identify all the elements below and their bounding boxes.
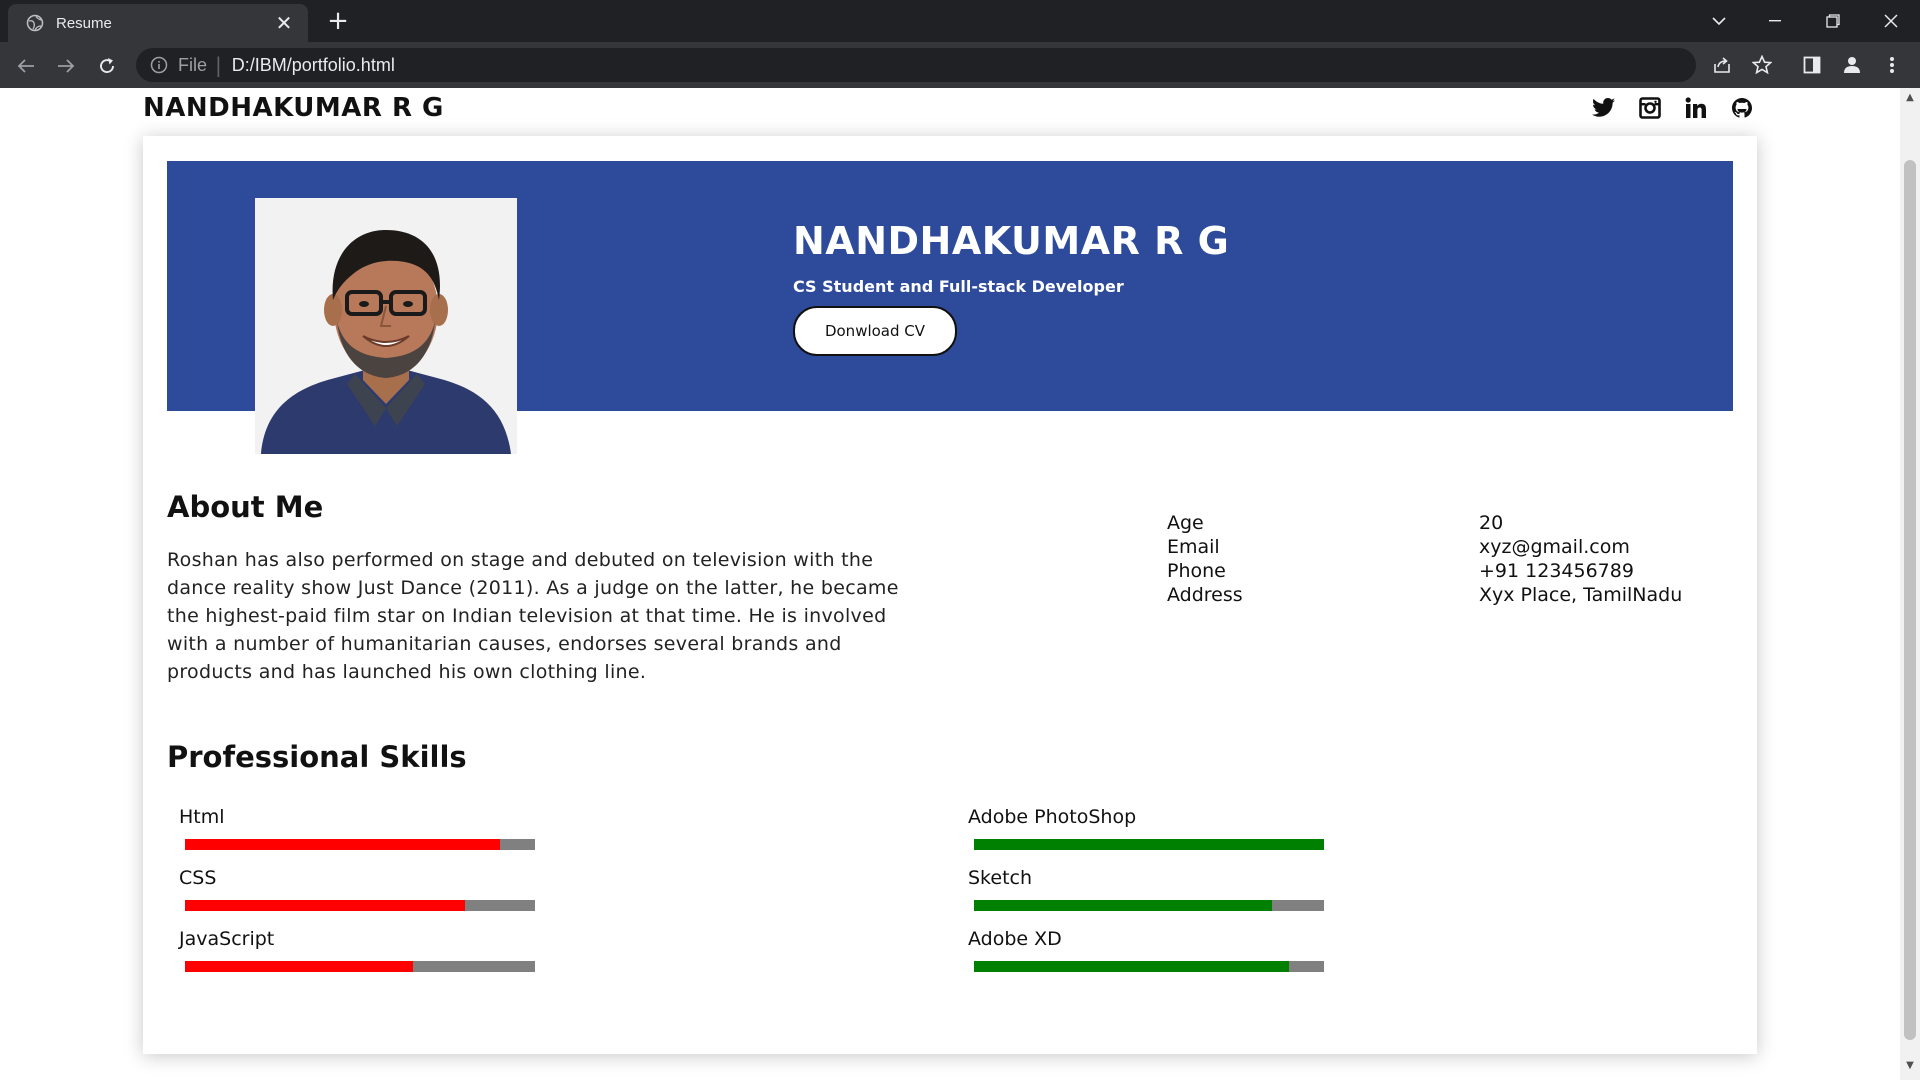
- skill-name: Sketch: [968, 867, 1033, 889]
- skill-item: Adobe XD: [968, 928, 1338, 986]
- new-tab-icon[interactable]: +: [324, 8, 352, 36]
- hero-name: NANDHAKUMAR R G: [793, 219, 1230, 263]
- skill-fill: [185, 961, 413, 972]
- site-brand[interactable]: NANDHAKUMAR R G: [143, 93, 444, 123]
- address-bar[interactable]: File | D:/IBM/portfolio.html: [136, 48, 1696, 82]
- info-value: xyz@gmail.com: [1479, 536, 1630, 558]
- restore-icon[interactable]: [1810, 6, 1856, 36]
- linkedin-icon[interactable]: [1682, 94, 1709, 121]
- forward-arrow-icon[interactable]: [50, 50, 82, 82]
- page-viewport: NANDHAKUMAR R G NANDHAKUMAR R G CS Stude…: [0, 88, 1900, 1078]
- reload-icon[interactable]: [91, 50, 123, 82]
- skill-name: Adobe PhotoShop: [968, 806, 1137, 828]
- bookmark-star-icon[interactable]: [1748, 51, 1776, 79]
- back-arrow-icon[interactable]: [10, 50, 42, 82]
- skill-item: Sketch: [968, 867, 1338, 925]
- skill-fill: [185, 900, 465, 911]
- side-panel-icon[interactable]: [1798, 51, 1826, 79]
- skill-fill: [974, 839, 1324, 850]
- skills-title: Professional Skills: [167, 740, 467, 774]
- info-value: 20: [1479, 512, 1504, 534]
- more-menu-icon[interactable]: [1878, 51, 1906, 79]
- skill-name: Html: [179, 806, 225, 828]
- skill-item: Adobe PhotoShop: [968, 806, 1338, 864]
- hero-banner: NANDHAKUMAR R G CS Student and Full-stac…: [167, 161, 1733, 454]
- resume-card: NANDHAKUMAR R G CS Student and Full-stac…: [143, 136, 1757, 1054]
- skill-item: Html: [179, 806, 549, 864]
- skill-item: JavaScript: [179, 928, 549, 986]
- skill-track: [185, 839, 535, 850]
- info-label: Age: [1167, 512, 1204, 534]
- skill-track: [974, 900, 1324, 911]
- skill-track: [974, 961, 1324, 972]
- info-value: Xyx Place, TamilNadu: [1479, 584, 1683, 606]
- globe-icon: [26, 14, 44, 32]
- info-label: Phone: [1167, 560, 1226, 582]
- scroll-up-arrow-icon[interactable]: ▲: [1904, 92, 1916, 104]
- instagram-icon[interactable]: [1636, 94, 1663, 121]
- skill-track: [974, 839, 1324, 850]
- page-scrollbar[interactable]: ▲ ▼: [1900, 88, 1920, 1080]
- social-links: [1590, 94, 1755, 121]
- github-icon[interactable]: [1728, 94, 1755, 121]
- tab-title: Resume: [56, 14, 112, 32]
- url-scheme-label: File: [178, 54, 208, 75]
- skill-fill: [974, 961, 1289, 972]
- browser-tab-resume[interactable]: Resume ✕: [8, 4, 308, 42]
- skill-fill: [974, 900, 1272, 911]
- skill-track: [185, 961, 535, 972]
- scroll-down-arrow-icon[interactable]: ▼: [1904, 1060, 1916, 1072]
- close-window-icon[interactable]: [1868, 6, 1914, 36]
- skill-name: Adobe XD: [968, 928, 1062, 950]
- close-tab-icon[interactable]: ✕: [270, 13, 298, 33]
- url-text[interactable]: D:/IBM/portfolio.html: [232, 55, 395, 76]
- browser-tabstrip: Resume ✕ +: [0, 0, 1920, 42]
- scroll-thumb[interactable]: [1904, 160, 1916, 1040]
- info-label: Address: [1167, 584, 1243, 606]
- about-text: Roshan has also performed on stage and d…: [167, 549, 899, 683]
- browser-toolbar: File | D:/IBM/portfolio.html: [0, 42, 1920, 88]
- info-value: +91 123456789: [1479, 560, 1634, 582]
- profile-icon[interactable]: [1838, 51, 1866, 79]
- hero-subtitle: CS Student and Full-stack Developer: [793, 277, 1124, 296]
- minimize-icon[interactable]: [1752, 6, 1798, 36]
- skill-track: [185, 900, 535, 911]
- url-separator: |: [215, 53, 222, 77]
- info-icon[interactable]: [150, 56, 168, 74]
- skill-fill: [185, 839, 500, 850]
- tab-search-chevron-icon[interactable]: [1696, 6, 1742, 36]
- profile-photo: [255, 198, 517, 454]
- info-label: Email: [1167, 536, 1220, 558]
- download-cv-button[interactable]: Donwload CV: [793, 306, 957, 356]
- about-title: About Me: [167, 490, 324, 524]
- skill-name: JavaScript: [179, 928, 275, 950]
- skill-item: CSS: [179, 867, 549, 925]
- skill-name: CSS: [179, 867, 217, 889]
- share-icon[interactable]: [1708, 51, 1736, 79]
- twitter-icon[interactable]: [1590, 94, 1617, 121]
